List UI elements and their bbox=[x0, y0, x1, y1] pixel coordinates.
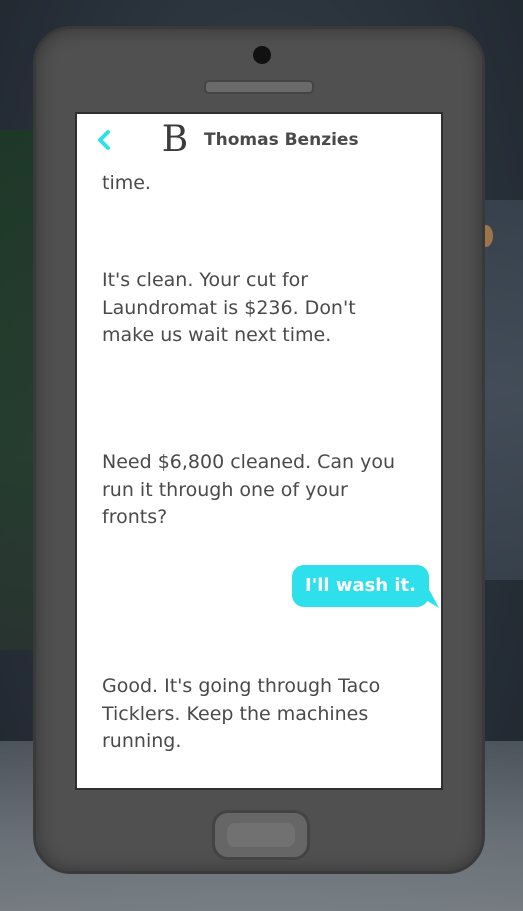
home-button[interactable] bbox=[212, 810, 310, 860]
front-camera bbox=[253, 46, 271, 64]
message-incoming: Good. It's going through Taco Ticklers. … bbox=[102, 675, 381, 752]
message-incoming: It's clean. Your cut for Laundromat is $… bbox=[102, 269, 356, 346]
phone-screen: B Thomas Benzies time. It's clean. Your … bbox=[75, 112, 443, 790]
phone-device: B Thomas Benzies time. It's clean. Your … bbox=[33, 26, 485, 874]
chat-header: B Thomas Benzies bbox=[77, 114, 441, 166]
chevron-left-icon[interactable] bbox=[94, 128, 114, 152]
message-incoming: Need $6,800 cleaned. Can you run it thro… bbox=[102, 451, 396, 528]
contact-avatar: B bbox=[161, 119, 189, 160]
contact-name: Thomas Benzies bbox=[204, 130, 359, 150]
message-incoming: time. bbox=[102, 172, 151, 194]
earpiece-speaker bbox=[204, 80, 314, 94]
message-outgoing[interactable]: I'll wash it. bbox=[292, 565, 429, 607]
